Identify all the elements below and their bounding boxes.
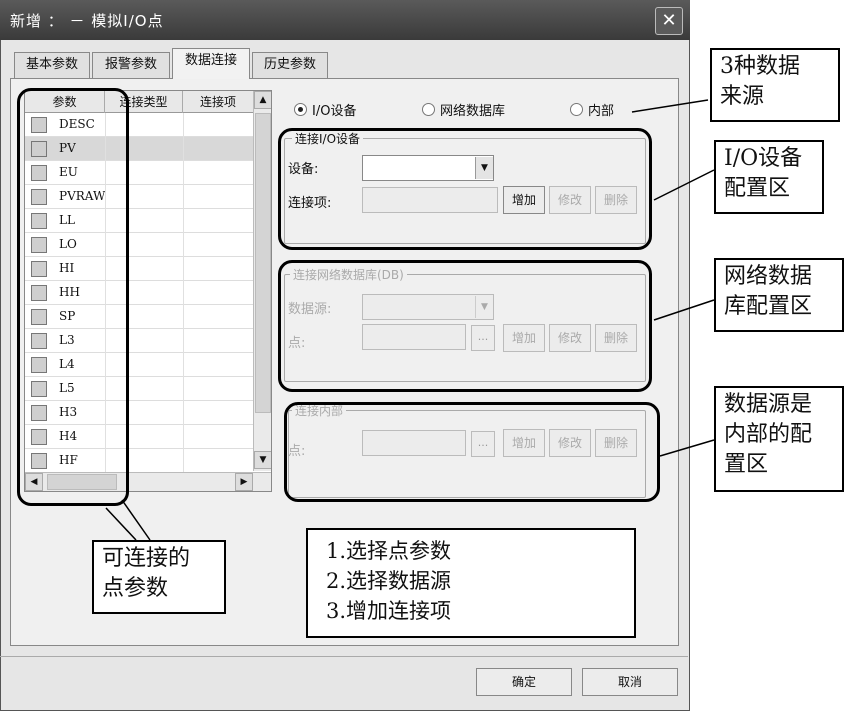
- callout-line: I/O设备: [724, 146, 803, 171]
- scroll-up-icon[interactable]: ▲: [254, 91, 271, 109]
- header-connection-item[interactable]: 连接项: [183, 91, 253, 113]
- callout-line: 置区: [724, 452, 769, 477]
- callout-points: 可连接的 点参数: [92, 540, 226, 614]
- step-line: 2.选择数据源: [326, 569, 452, 593]
- radio-io-label: I/O设备: [312, 104, 357, 119]
- tab-history-params[interactable]: 历史参数: [252, 52, 328, 78]
- db-area-highlight-ring: [278, 260, 652, 392]
- step-line: 3.增加连接项: [326, 599, 452, 623]
- scroll-right-icon[interactable]: ▶: [235, 473, 253, 491]
- radio-io-device[interactable]: I/O设备: [294, 100, 356, 119]
- tab-basic-params[interactable]: 基本参数: [14, 52, 90, 78]
- ok-button[interactable]: 确定: [476, 668, 572, 696]
- tab-alarm-params[interactable]: 报警参数: [92, 52, 170, 78]
- cancel-button[interactable]: 取消: [582, 668, 678, 696]
- callout-internal-area: 数据源是 内部的配 置区: [714, 386, 844, 492]
- io-area-highlight-ring: [278, 128, 652, 250]
- radio-network-db[interactable]: 网络数据库: [422, 100, 505, 119]
- callout-line: 点参数: [102, 576, 169, 601]
- callout-db-area: 网络数据 库配置区: [714, 258, 844, 332]
- callout-line: 来源: [720, 84, 765, 109]
- title-bar[interactable]: 新增 ： － 模拟I/O点 ✕: [0, 0, 690, 40]
- callout-line: 库配置区: [724, 294, 813, 319]
- callout-line: 3种数据: [720, 54, 800, 79]
- vertical-scrollbar[interactable]: ▲ ▼: [253, 91, 271, 471]
- callout-line: 网络数据: [724, 264, 813, 289]
- callout-line: 可连接的: [102, 546, 191, 571]
- callout-line: 内部的配: [724, 422, 813, 447]
- callout-data-sources: 3种数据 来源: [710, 48, 840, 122]
- callout-steps: 1.选择点参数 2.选择数据源 3.增加连接项: [306, 528, 636, 638]
- points-highlight-ring: [17, 88, 129, 506]
- radio-icon[interactable]: [422, 103, 435, 116]
- step-line: 1.选择点参数: [326, 539, 452, 563]
- callout-line: 数据源是: [724, 392, 813, 417]
- radio-selected-icon[interactable]: [294, 103, 307, 116]
- radio-icon[interactable]: [570, 103, 583, 116]
- radio-internal-label: 内部: [588, 104, 615, 119]
- scroll-down-icon[interactable]: ▼: [254, 451, 271, 469]
- radio-internal[interactable]: 内部: [570, 100, 614, 119]
- internal-area-highlight-ring: [284, 402, 660, 502]
- radio-db-label: 网络数据库: [440, 104, 506, 119]
- callout-io-area: I/O设备 配置区: [714, 140, 824, 214]
- close-button[interactable]: ✕: [655, 7, 683, 35]
- window-title: 新增 ： － 模拟I/O点: [10, 12, 164, 30]
- callout-line: 配置区: [724, 176, 791, 201]
- footer-divider: [0, 656, 688, 657]
- column-divider: [183, 113, 184, 473]
- tab-data-connection[interactable]: 数据连接: [172, 48, 250, 79]
- scroll-thumb[interactable]: [255, 113, 271, 413]
